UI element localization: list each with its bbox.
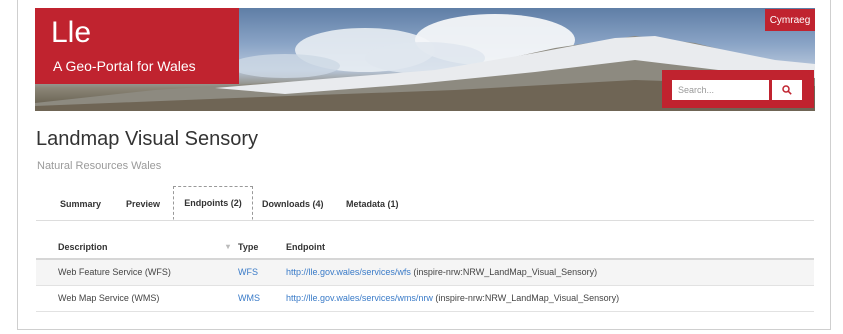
column-header-description[interactable]: Description <box>58 242 108 252</box>
search-icon <box>782 85 792 95</box>
tab-endpoints[interactable]: Endpoints (2) <box>173 186 253 220</box>
table-row: Web Feature Service (WFS) WFS http://lle… <box>36 260 814 286</box>
table-header: Description ▾ Type Endpoint <box>36 236 814 260</box>
endpoint-url-link[interactable]: http://lle.gov.wales/services/wfs <box>286 267 411 277</box>
row-endpoint: http://lle.gov.wales/services/wms/nrw (i… <box>286 293 619 303</box>
column-header-type[interactable]: Type <box>238 242 258 252</box>
row-type-link[interactable]: WFS <box>238 267 258 277</box>
endpoint-layer: (inspire-nrw:NRW_LandMap_Visual_Sensory) <box>435 293 620 303</box>
tab-preview[interactable]: Preview <box>126 199 160 209</box>
row-description: Web Map Service (WMS) <box>58 293 160 303</box>
language-toggle-button[interactable]: Cymraeg <box>765 9 815 31</box>
sort-icon[interactable]: ▾ <box>226 242 230 251</box>
endpoint-layer: (inspire-nrw:NRW_LandMap_Visual_Sensory) <box>413 267 598 277</box>
dataset-title: Landmap Visual Sensory <box>36 128 258 150</box>
row-description: Web Feature Service (WFS) <box>58 267 171 277</box>
endpoints-table: Description ▾ Type Endpoint Web Feature … <box>36 236 814 312</box>
table-row: Web Map Service (WMS) WMS http://lle.gov… <box>36 286 814 312</box>
site-title: Lle <box>51 16 92 49</box>
dataset-publisher: Natural Resources Wales <box>37 160 162 172</box>
search-input[interactable] <box>672 80 769 100</box>
row-endpoint: http://lle.gov.wales/services/wfs (inspi… <box>286 267 597 277</box>
endpoint-url-link[interactable]: http://lle.gov.wales/services/wms/nrw <box>286 293 433 303</box>
search-button[interactable] <box>772 80 802 100</box>
column-header-endpoint[interactable]: Endpoint <box>286 242 325 252</box>
tab-bar: Summary Preview Endpoints (2) Downloads … <box>36 186 814 221</box>
site-subtitle: A Geo-Portal for Wales <box>53 58 196 74</box>
tab-summary[interactable]: Summary <box>60 199 101 209</box>
row-type-link[interactable]: WMS <box>238 293 260 303</box>
site-brand[interactable]: Lle A Geo-Portal for Wales <box>35 8 239 84</box>
tab-downloads[interactable]: Downloads (4) <box>262 199 324 209</box>
tab-metadata[interactable]: Metadata (1) <box>346 199 399 209</box>
